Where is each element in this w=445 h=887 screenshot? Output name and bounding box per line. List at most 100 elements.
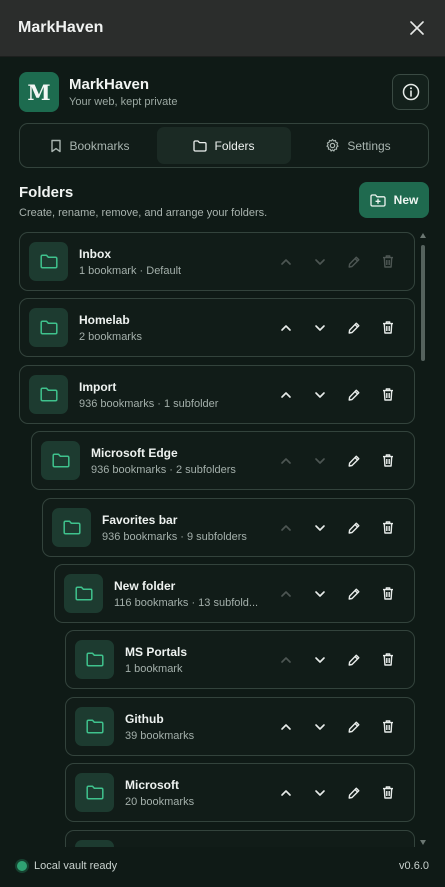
folder-row[interactable]: MS Portals 1 bookmark: [65, 630, 415, 689]
move-up-button[interactable]: [269, 313, 303, 343]
move-up-button[interactable]: [269, 380, 303, 410]
move-up-button[interactable]: [269, 778, 303, 808]
folder-row[interactable]: Microsoft Edge 936 bookmarks · 2 subfolde…: [31, 431, 415, 490]
close-icon: [410, 21, 424, 35]
folder-name: New folder: [114, 578, 176, 593]
pencil-icon: [348, 721, 360, 733]
move-up-button: [269, 247, 303, 277]
rename-button[interactable]: [337, 645, 371, 675]
trash-icon: [383, 255, 393, 268]
move-down-button[interactable]: [303, 313, 337, 343]
move-down-button[interactable]: [303, 712, 337, 742]
folder-details: 1 bookmark · Default: [79, 264, 182, 277]
folder-name: Favorites bar: [102, 512, 178, 527]
rename-button: [337, 247, 371, 277]
folder-row[interactable]: New folder 116 bookmarks · 13 subfold...: [54, 564, 415, 623]
folder-list: Inbox 1 bookmark · Default Homelab 2 bookma…: [19, 232, 415, 847]
move-down-button[interactable]: [303, 380, 337, 410]
tab-settings[interactable]: Settings: [291, 127, 425, 164]
delete-button[interactable]: [371, 579, 405, 609]
folder-details: 936 bookmarks · 9 subfolders: [102, 530, 247, 543]
delete-button: [371, 247, 405, 277]
chevron-down-icon: [315, 789, 325, 796]
folder-row[interactable]: Microsoft 20 bookmarks: [65, 763, 415, 822]
delete-button[interactable]: [371, 446, 405, 476]
chevron-down-icon: [315, 656, 325, 663]
delete-button[interactable]: [371, 380, 405, 410]
rename-button[interactable]: [337, 579, 371, 609]
delete-button[interactable]: [371, 778, 405, 808]
delete-button[interactable]: [371, 513, 405, 543]
delete-button[interactable]: [371, 645, 405, 675]
folders-section-header: Folders Create, rename, remove, and arra…: [19, 182, 429, 222]
folder-details: 936 bookmarks · 1 subfolder: [79, 397, 219, 410]
folder-icon: [41, 441, 80, 480]
scrollbar-thumb[interactable]: [421, 245, 425, 361]
chevron-down-icon: [315, 723, 325, 730]
version-label: v0.6.0: [399, 860, 429, 872]
scroll-up-arrow[interactable]: [420, 233, 426, 238]
pencil-icon: [348, 654, 360, 666]
rename-button[interactable]: [337, 513, 371, 543]
scrollbar[interactable]: [419, 233, 427, 845]
footer: Local vault ready v0.6.0: [0, 845, 445, 887]
move-up-button: [269, 446, 303, 476]
rename-button[interactable]: [337, 446, 371, 476]
chevron-up-icon: [281, 789, 291, 796]
new-folder-button[interactable]: New: [359, 182, 429, 218]
tab-bookmarks[interactable]: Bookmarks: [23, 127, 157, 164]
chevron-up-icon: [281, 457, 291, 464]
folder-row[interactable]: Import 936 bookmarks · 1 subfolder: [19, 365, 415, 424]
chevron-up-icon: [281, 590, 291, 597]
delete-button[interactable]: [371, 712, 405, 742]
folder-details: 1 bookmark: [125, 662, 183, 675]
folder-icon: [29, 308, 68, 347]
folder-icon: [29, 242, 68, 281]
move-down-button: [303, 446, 337, 476]
folder-row[interactable]: Inbox 1 bookmark · Default: [19, 232, 415, 291]
move-down-button[interactable]: [303, 513, 337, 543]
move-down-button[interactable]: [303, 778, 337, 808]
rename-button[interactable]: [337, 712, 371, 742]
move-up-button: [269, 645, 303, 675]
rename-button[interactable]: [337, 313, 371, 343]
folder-details: 39 bookmarks: [125, 729, 195, 742]
folder-row[interactable]: Github 39 bookmarks: [65, 697, 415, 756]
gear-icon: [326, 138, 339, 152]
chevron-down-icon: [315, 524, 325, 531]
move-up-button[interactable]: [269, 712, 303, 742]
move-up-button: [269, 579, 303, 609]
folder-row[interactable]: Homelab 2 bookmarks: [19, 298, 415, 357]
chevron-down-icon: [315, 258, 325, 265]
move-down-button[interactable]: [303, 579, 337, 609]
trash-icon: [383, 720, 393, 733]
rename-button[interactable]: [337, 380, 371, 410]
delete-button[interactable]: [371, 313, 405, 343]
trash-icon: [383, 521, 393, 534]
trash-icon: [383, 786, 393, 799]
folder-row[interactable]: Favorites bar 936 bookmarks · 9 subfolder…: [42, 498, 415, 557]
chevron-up-icon: [281, 258, 291, 265]
chevron-up-icon: [281, 391, 291, 398]
pencil-icon: [348, 522, 360, 534]
info-icon: [402, 83, 419, 101]
pencil-icon: [348, 787, 360, 799]
app-window: MarkHaven M MarkHaven Your web, kept pri…: [0, 0, 445, 887]
tab-bookmarks-label: Bookmarks: [69, 138, 130, 153]
info-button[interactable]: [392, 74, 429, 110]
move-up-button: [269, 513, 303, 543]
rename-button[interactable]: [337, 778, 371, 808]
tab-folders-label: Folders: [214, 138, 255, 153]
folder-name: MS Portals: [125, 644, 188, 659]
bookmark-icon: [51, 139, 62, 152]
new-folder-label: New: [393, 193, 419, 207]
move-down-button[interactable]: [303, 645, 337, 675]
folder-name: Inbox: [79, 246, 111, 261]
trash-icon: [383, 454, 393, 467]
pencil-icon: [348, 256, 360, 268]
chevron-down-icon: [315, 590, 325, 597]
close-button[interactable]: [403, 14, 431, 42]
tab-folders[interactable]: Folders: [157, 127, 291, 164]
folder-details: 936 bookmarks · 2 subfolders: [91, 463, 236, 476]
brand-name: MarkHaven: [69, 76, 150, 93]
